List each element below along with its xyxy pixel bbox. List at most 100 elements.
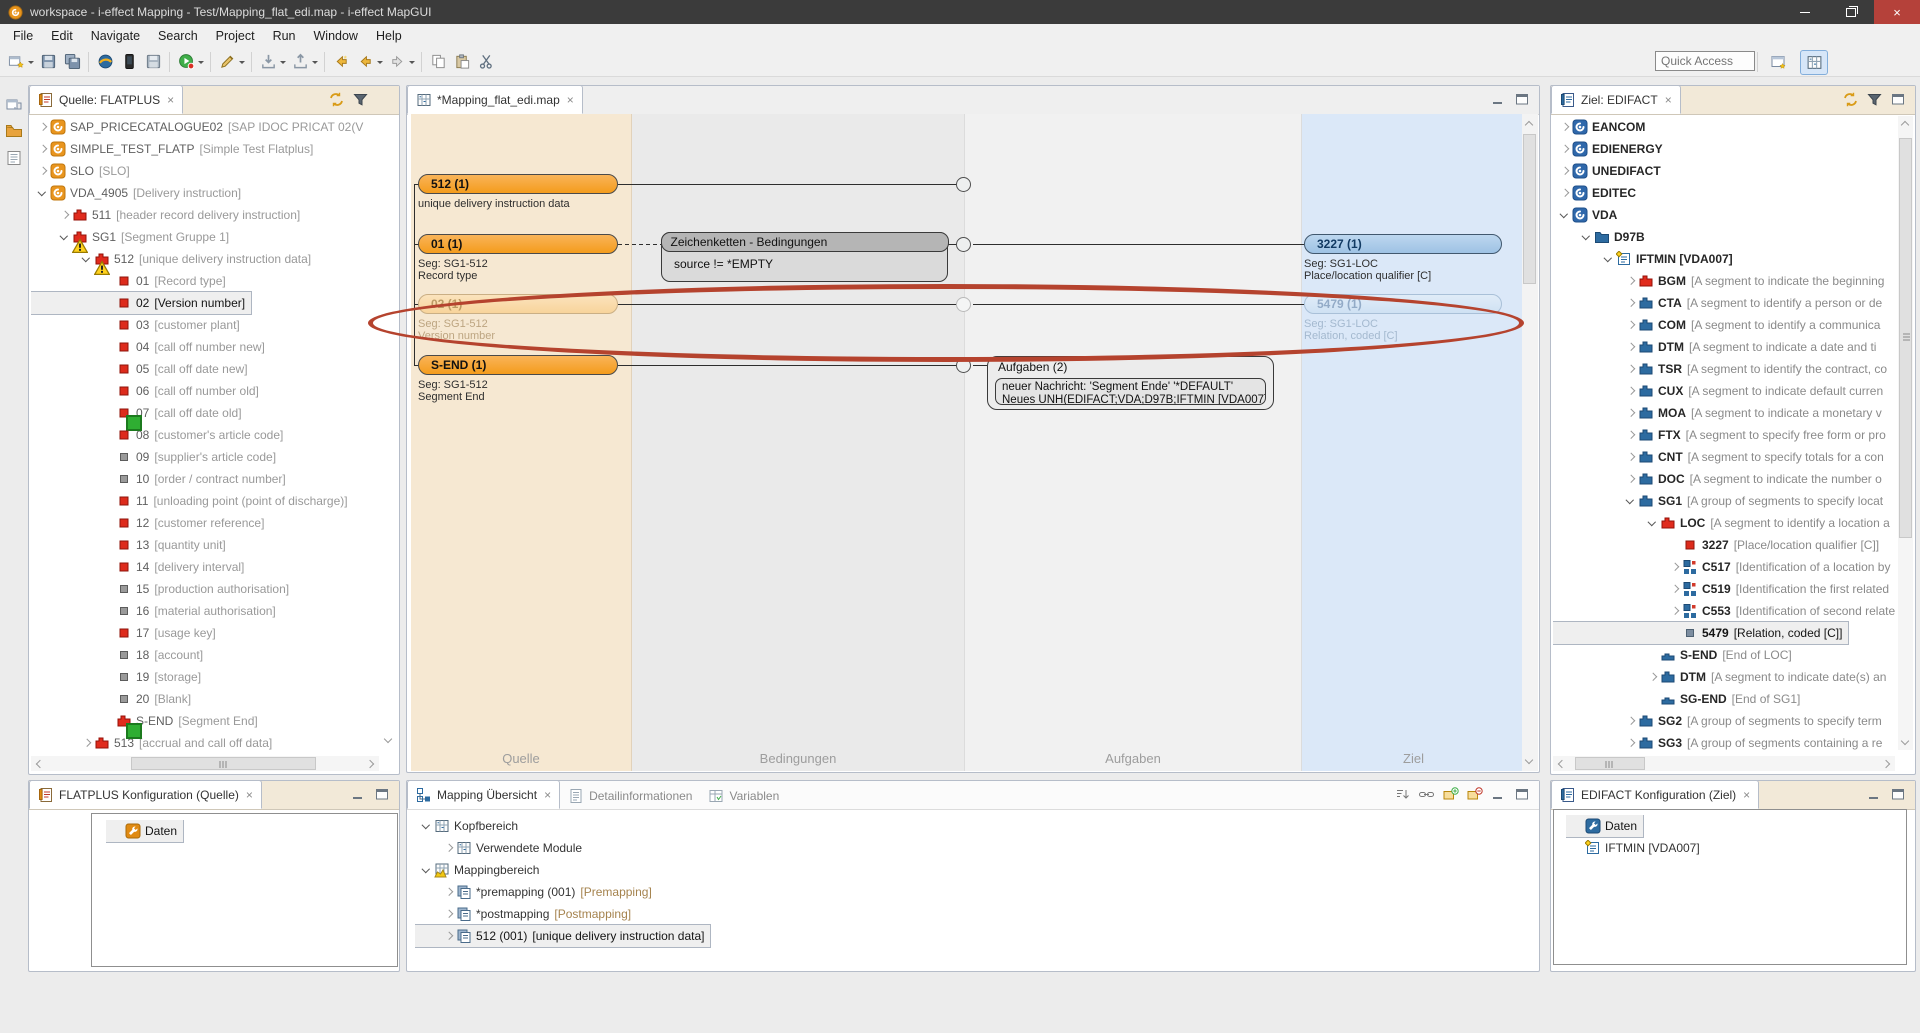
tree-item-loc[interactable]: LOC[A segment to identify a location a [1553, 512, 1896, 534]
close-tab-icon[interactable]: × [1665, 93, 1672, 107]
link-icon[interactable] [1418, 786, 1435, 803]
expand-arrow-icon[interactable] [441, 906, 456, 922]
expand-arrow-icon[interactable] [1623, 449, 1638, 465]
tree-item-slo[interactable]: SLO[SLO] [31, 160, 136, 182]
link-with-editor-icon[interactable] [1842, 91, 1859, 108]
tree-item-15[interactable]: 15[production authorisation] [31, 578, 295, 600]
tree-item-d97b[interactable]: D97B [1553, 226, 1651, 248]
save-config-button[interactable] [141, 50, 165, 74]
tab-edifact-konfiguration[interactable]: EDIFACT Konfiguration (Ziel) × [1551, 780, 1759, 809]
scrollbar-thumb[interactable] [1575, 757, 1645, 770]
minimize-view-icon[interactable] [1866, 786, 1883, 803]
tree-item-sg1[interactable]: SG1[A group of segments to specify locat [1553, 490, 1889, 512]
collapse-arrow-icon[interactable] [419, 818, 434, 834]
scrollbar-thumb[interactable] [131, 757, 316, 770]
close-tab-icon[interactable]: × [544, 788, 551, 802]
node-3227[interactable]: 3227 (1) [1304, 234, 1502, 254]
tree-item-sg3[interactable]: SG3[A group of segments containing a re [1553, 732, 1888, 752]
tree-item-tsr[interactable]: TSR[A segment to identify the contract, … [1553, 358, 1893, 380]
tree-item-512-001[interactable]: 512 (001)[unique delivery instruction da… [415, 925, 710, 947]
ieffect-home-button[interactable] [93, 50, 117, 74]
expand-arrow-icon[interactable] [1623, 713, 1638, 729]
expand-arrow-icon[interactable] [1667, 603, 1682, 619]
back-button[interactable] [353, 50, 377, 74]
tree-item-13[interactable]: 13[quantity unit] [31, 534, 232, 556]
tab-mapping-uebersicht[interactable]: Mapping Übersicht × [407, 780, 560, 809]
save-button[interactable] [36, 50, 60, 74]
tab-detailinformationen[interactable]: Detailinformationen [560, 782, 700, 809]
scroll-left-button[interactable] [31, 756, 46, 771]
collapse-arrow-icon[interactable] [419, 862, 434, 878]
tree-item-c517[interactable]: C517[Identification of a location by [1553, 556, 1896, 578]
tree-item-08[interactable]: 08[customer's article code] [31, 424, 289, 446]
mapping-canvas[interactable]: Quelle Bedingungen Aufgaben Ziel 512 (1)… [408, 114, 1538, 771]
minimize-view-icon[interactable] [1490, 786, 1507, 803]
close-window-button[interactable]: × [1874, 0, 1920, 24]
minimized-outline-icon[interactable] [5, 149, 23, 167]
expand-arrow-icon[interactable] [35, 163, 50, 179]
back-dropdown-icon[interactable] [377, 61, 383, 67]
scroll-left-button[interactable] [1553, 756, 1568, 771]
new-wizard-dropdown-icon[interactable] [28, 61, 34, 67]
tree-item-vda-4905[interactable]: VDA_4905[Delivery instruction] [31, 182, 247, 204]
tab-variablen[interactable]: Variablen [700, 782, 787, 809]
collapse-arrow-icon[interactable] [1557, 207, 1572, 223]
run-button[interactable] [174, 50, 198, 74]
maximize-view-icon[interactable] [1514, 91, 1531, 108]
expand-arrow-icon[interactable] [1645, 669, 1660, 685]
tree-item-mappingbereich[interactable]: Mappingbereich [415, 859, 545, 881]
vertical-scrollbar[interactable] [1898, 116, 1913, 750]
expand-arrow-icon[interactable] [1623, 361, 1638, 377]
tree-item-eancom[interactable]: EANCOM [1553, 116, 1651, 138]
maximize-view-icon[interactable] [1514, 786, 1531, 803]
close-tab-icon[interactable]: × [567, 93, 574, 107]
save-all-button[interactable] [60, 50, 84, 74]
junction-512[interactable] [956, 177, 971, 192]
import-button[interactable] [256, 50, 280, 74]
copy-button[interactable] [426, 50, 450, 74]
menu-help[interactable]: Help [367, 26, 411, 46]
expand-arrow-icon[interactable] [79, 735, 94, 751]
close-tab-icon[interactable]: × [246, 788, 253, 802]
expand-arrow-icon[interactable] [1623, 317, 1638, 333]
menu-file[interactable]: File [4, 26, 42, 46]
expand-arrow-icon[interactable] [1667, 581, 1682, 597]
tree-item-cta[interactable]: CTA[A segment to identify a person or de [1553, 292, 1888, 314]
tree-item-01[interactable]: 01[Record type] [31, 270, 232, 292]
menu-project[interactable]: Project [207, 26, 264, 46]
minimized-explorer-icon[interactable] [5, 122, 23, 140]
collapse-arrow-icon[interactable] [1601, 251, 1616, 267]
tree-item-04[interactable]: 04[call off number new] [31, 336, 271, 358]
node-512[interactable]: 512 (1) [418, 174, 618, 194]
terminal-button[interactable] [117, 50, 141, 74]
expand-arrow-icon[interactable] [1557, 185, 1572, 201]
minimize-window-button[interactable] [1782, 0, 1828, 24]
tree-item-17[interactable]: 17[usage key] [31, 622, 222, 644]
tree-item-sg-end[interactable]: SG-END[End of SG1] [1553, 688, 1806, 710]
expand-arrow-icon[interactable] [1623, 427, 1638, 443]
tree-item-verwendete-module[interactable]: Verwendete Module [415, 837, 588, 859]
export-dropdown-icon[interactable] [312, 61, 318, 67]
expand-arrow-icon[interactable] [1623, 405, 1638, 421]
collapse-arrow-icon[interactable] [1645, 515, 1660, 531]
tree-item-c553[interactable]: C553[Identification of second relate [1553, 600, 1897, 622]
close-tab-icon[interactable]: × [167, 93, 174, 107]
scroll-down-button[interactable] [1522, 754, 1537, 769]
menu-edit[interactable]: Edit [42, 26, 82, 46]
tree-item-vda[interactable]: VDA [1553, 204, 1623, 226]
tree-item-513[interactable]: 513[accrual and call off data] [31, 732, 278, 752]
quick-access-input[interactable] [1655, 51, 1755, 71]
edit-pencil-button[interactable] [215, 50, 239, 74]
tab-quelle-flatplus[interactable]: Quelle: FLATPLUS × [29, 85, 183, 114]
tree-item-doc[interactable]: DOC[A segment to indicate the number o [1553, 468, 1888, 490]
collapse-arrow-icon[interactable] [79, 251, 94, 267]
new-wizard-button[interactable] [4, 50, 28, 74]
tree-item-s-end[interactable]: S-END[Segment End] [31, 710, 264, 732]
open-per​spective-button[interactable] [1766, 50, 1792, 73]
expand-all-icon[interactable] [1442, 786, 1459, 803]
maximize-view-icon[interactable] [1890, 786, 1907, 803]
import-dropdown-icon[interactable] [280, 61, 286, 67]
tree-item-cux[interactable]: CUX[A segment to indicate default curren [1553, 380, 1889, 402]
expand-arrow-icon[interactable] [1557, 119, 1572, 135]
tree-item-daten[interactable]: Daten [1566, 815, 1643, 837]
